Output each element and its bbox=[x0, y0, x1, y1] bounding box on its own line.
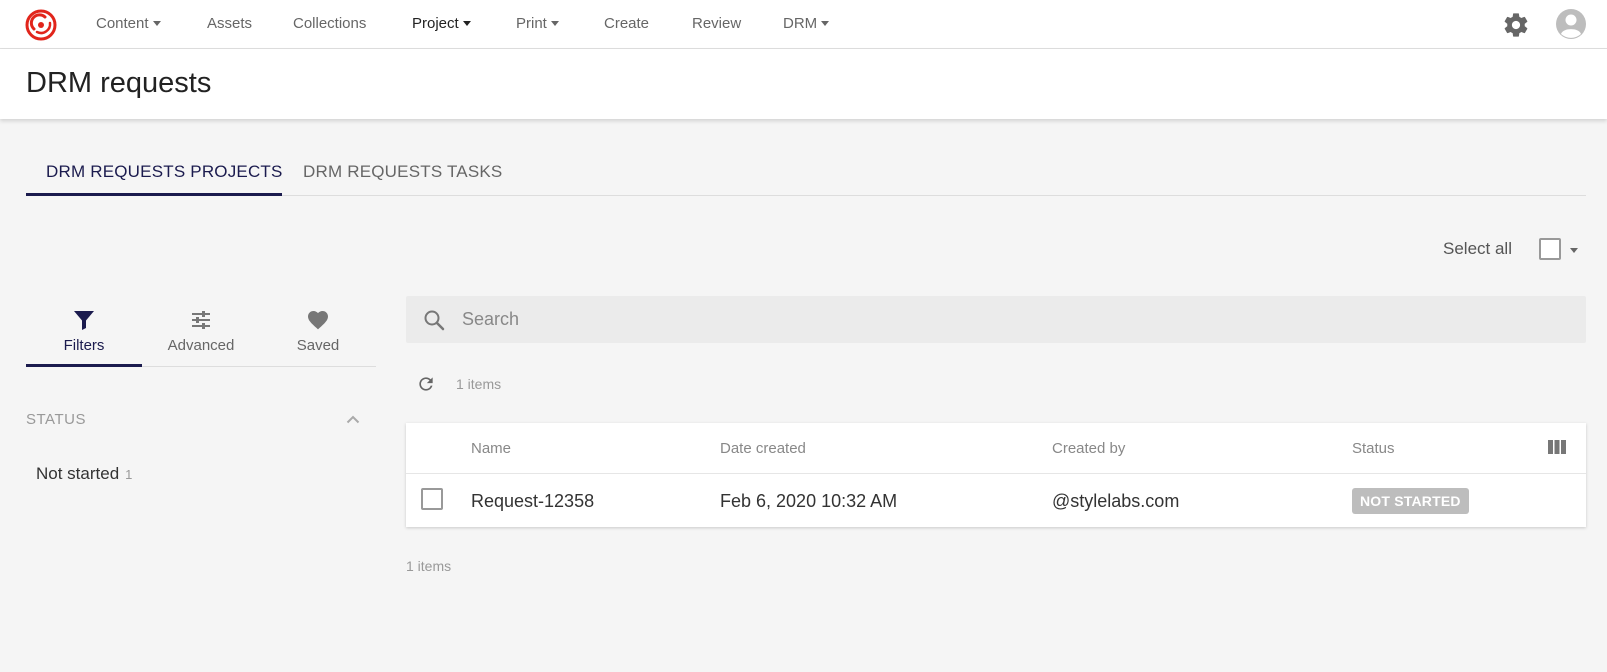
filter-tab-advanced[interactable]: Advanced bbox=[143, 303, 259, 367]
facet-heading-status[interactable]: STATUS bbox=[26, 411, 86, 428]
results-table: Name Date created Created by Status Requ… bbox=[406, 423, 1586, 527]
select-all-dropdown-icon[interactable] bbox=[1570, 248, 1578, 253]
page-title: DRM requests bbox=[26, 67, 212, 99]
nav-label: Project bbox=[412, 15, 459, 32]
nav-item-project[interactable]: Project bbox=[412, 15, 471, 32]
table-row[interactable]: Request-12358 Feb 6, 2020 10:32 AM @styl… bbox=[406, 474, 1586, 527]
nav-item-collections[interactable]: Collections bbox=[293, 15, 366, 32]
nav-label: Content bbox=[96, 15, 149, 32]
nav-label: Collections bbox=[293, 15, 367, 32]
column-header-created-by[interactable]: Created by bbox=[1052, 440, 1125, 457]
nav-label: Print bbox=[516, 15, 547, 32]
tab-drm-requests-tasks[interactable]: DRM REQUESTS TASKS bbox=[303, 162, 502, 182]
nav-item-create[interactable]: Create bbox=[604, 15, 649, 32]
chevron-up-icon[interactable] bbox=[346, 414, 360, 424]
cell-date-created: Feb 6, 2020 10:32 AM bbox=[720, 491, 898, 511]
cell-created-by: @stylelabs.com bbox=[1052, 491, 1180, 511]
cell-name[interactable]: Request-12358 bbox=[471, 491, 594, 512]
nav-label: Assets bbox=[207, 15, 253, 32]
nav-item-print[interactable]: Print bbox=[516, 15, 559, 32]
columns-icon[interactable] bbox=[1548, 440, 1566, 454]
filter-panel-tabs: Filters Advanced Saved bbox=[26, 303, 376, 367]
facet-label: Not started bbox=[36, 464, 120, 483]
nav-label: Create bbox=[604, 15, 650, 32]
caret-down-icon bbox=[462, 20, 471, 26]
sitecore-logo-icon[interactable] bbox=[25, 9, 57, 41]
row-checkbox[interactable] bbox=[421, 488, 443, 510]
column-header-name[interactable]: Name bbox=[471, 440, 511, 457]
nav-item-assets[interactable]: Assets bbox=[207, 15, 252, 32]
nav-item-drm[interactable]: DRM bbox=[783, 15, 830, 32]
filter-icon bbox=[74, 311, 94, 330]
filter-tab-label: Filters bbox=[63, 337, 105, 354]
status-badge: NOT STARTED bbox=[1352, 488, 1469, 514]
tab-bar: DRM REQUESTS PROJECTS DRM REQUESTS TASKS bbox=[26, 154, 1586, 196]
column-header-date-created[interactable]: Date created bbox=[720, 440, 806, 457]
refresh-icon[interactable] bbox=[416, 374, 436, 394]
filter-tab-label: Saved bbox=[296, 337, 340, 354]
select-all-checkbox[interactable] bbox=[1539, 238, 1561, 260]
table-header: Name Date created Created by Status bbox=[406, 423, 1586, 474]
nav-label: DRM bbox=[783, 15, 818, 32]
active-filter-tab-indicator bbox=[26, 364, 142, 367]
select-all-label[interactable]: Select all bbox=[1443, 239, 1512, 259]
facet-count: 1 bbox=[125, 467, 133, 482]
page-header: DRM requests bbox=[0, 49, 1607, 119]
search-box bbox=[406, 296, 1586, 343]
items-count-footer: 1 items bbox=[406, 558, 452, 574]
filter-tab-filters[interactable]: Filters bbox=[26, 303, 142, 367]
search-icon bbox=[424, 310, 445, 331]
nav-item-review[interactable]: Review bbox=[692, 15, 741, 32]
gear-icon[interactable] bbox=[1502, 11, 1530, 39]
top-navbar: Content Assets Collections Project Print… bbox=[0, 0, 1607, 49]
facet-item-not-started[interactable]: Not started 1 bbox=[36, 464, 132, 484]
nav-label: Review bbox=[692, 15, 742, 32]
sliders-icon bbox=[192, 311, 210, 329]
column-header-status[interactable]: Status bbox=[1352, 440, 1395, 457]
filter-tab-label: Advanced bbox=[167, 337, 235, 354]
active-tab-indicator bbox=[26, 193, 282, 196]
search-input[interactable] bbox=[462, 296, 1562, 343]
heart-icon bbox=[308, 311, 328, 330]
avatar-icon[interactable] bbox=[1556, 9, 1586, 39]
items-count: 1 items bbox=[456, 376, 502, 392]
nav-item-content[interactable]: Content bbox=[96, 15, 161, 32]
caret-down-icon bbox=[550, 20, 559, 26]
caret-down-icon bbox=[152, 20, 161, 26]
tab-drm-requests-projects[interactable]: DRM REQUESTS PROJECTS bbox=[46, 162, 283, 182]
caret-down-icon bbox=[821, 20, 830, 26]
filter-tab-saved[interactable]: Saved bbox=[260, 303, 376, 367]
